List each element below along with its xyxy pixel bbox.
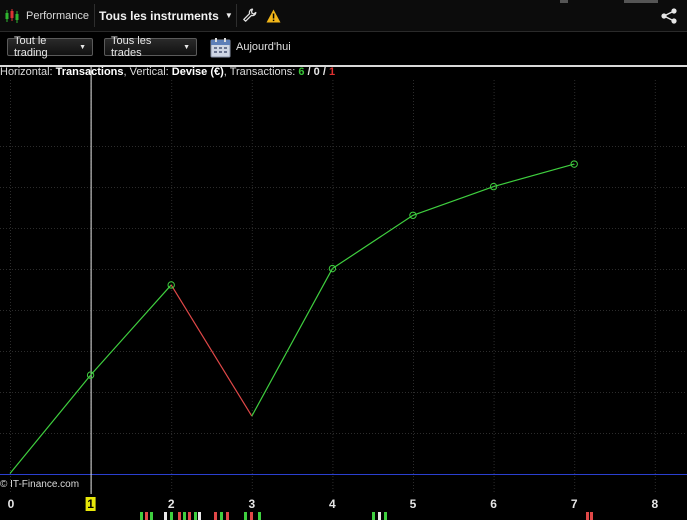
transactions-prefix: , Transactions:: [223, 66, 299, 78]
filter-bar: Tout le trading ▼ Tous les trades ▼ Aujo…: [0, 32, 687, 65]
calendar-icon[interactable]: [210, 37, 231, 58]
instruments-dropdown[interactable]: Tous les instruments ▼: [99, 0, 233, 31]
chevron-down-icon: ▼: [224, 11, 233, 20]
equity-segment: [251, 268, 333, 417]
activity-tick: [145, 512, 148, 520]
equity-segment: [493, 163, 575, 188]
horizontal-prefix: Horizontal:: [0, 66, 56, 78]
activity-tick: [590, 512, 593, 520]
x-tick-label: 4: [329, 497, 336, 511]
share-icon[interactable]: [660, 0, 678, 31]
performance-label: Performance: [26, 9, 89, 22]
instruments-label: Tous les instruments: [99, 8, 219, 23]
warning-icon[interactable]: [266, 0, 281, 31]
activity-tick: [194, 512, 197, 520]
chart-info-line: Horizontal: Transactions, Vertical: Devi…: [0, 67, 335, 78]
vertical-prefix: , Vertical:: [123, 66, 172, 78]
chevron-down-icon: ▼: [79, 43, 86, 51]
activity-tick: [586, 512, 589, 520]
toolbar-fragment: [560, 0, 568, 3]
vertical-value: Devise (€): [171, 66, 224, 78]
toolbar-fragment: [624, 0, 658, 3]
activity-tick: [372, 512, 375, 520]
equity-segment: [412, 186, 494, 216]
activity-tick: [188, 512, 191, 520]
trading-filter-label: Tout le trading: [14, 35, 48, 59]
activity-tick: [150, 512, 153, 520]
top-toolbar: Performance Tous les instruments ▼: [0, 0, 687, 32]
activity-tick: [140, 512, 143, 520]
copyright-notice: © IT-Finance.com: [0, 479, 80, 490]
toolbar-divider: [236, 4, 237, 27]
activity-tick: [178, 512, 181, 520]
activity-tick: [214, 512, 217, 520]
activity-tick: [258, 512, 261, 520]
activity-tick: [384, 512, 387, 520]
activity-tick: [198, 512, 201, 520]
horizontal-value: Transactions: [55, 66, 124, 78]
activity-tick: [220, 512, 223, 520]
x-tick-label: 3: [248, 497, 255, 511]
activity-tick: [226, 512, 229, 520]
wrench-icon[interactable]: [242, 0, 257, 31]
x-tick-label: 0: [8, 497, 15, 511]
equity-segment: [90, 284, 172, 376]
activity-tick: [378, 512, 381, 520]
x-tick-label: 1: [87, 497, 94, 511]
toolbar-divider: [94, 4, 95, 27]
activity-tick: [250, 512, 253, 520]
date-range-label[interactable]: Aujourd'hui: [236, 41, 291, 53]
x-tick-label: 8: [651, 497, 658, 511]
activity-tick: [183, 512, 186, 520]
x-tick-label: 7: [571, 497, 578, 511]
trades-filter-dropdown[interactable]: Tous les trades ▼: [104, 35, 197, 59]
activity-tick: [164, 512, 167, 520]
info-separator: /: [319, 66, 329, 78]
equity-segment: [170, 284, 253, 417]
equity-curve-chart: 0 1 2 3 4 5 6 7 8: [0, 67, 687, 511]
x-tick-label: 2: [168, 497, 175, 511]
chevron-down-icon: ▼: [183, 43, 190, 51]
candlestick-chart-icon[interactable]: [4, 0, 20, 31]
trades-filter-label: Tous les trades: [111, 35, 152, 59]
x-tick-label: 6: [490, 497, 497, 511]
losses-count: 1: [328, 66, 336, 78]
equity-segment: [9, 374, 92, 474]
activity-tick: [244, 512, 247, 520]
activity-tick: [170, 512, 173, 520]
equity-segment: [332, 214, 414, 270]
x-tick-label: 5: [410, 497, 417, 511]
trading-filter-dropdown[interactable]: Tout le trading ▼: [7, 35, 93, 59]
activity-strip: [0, 511, 687, 520]
info-separator: /: [304, 66, 314, 78]
